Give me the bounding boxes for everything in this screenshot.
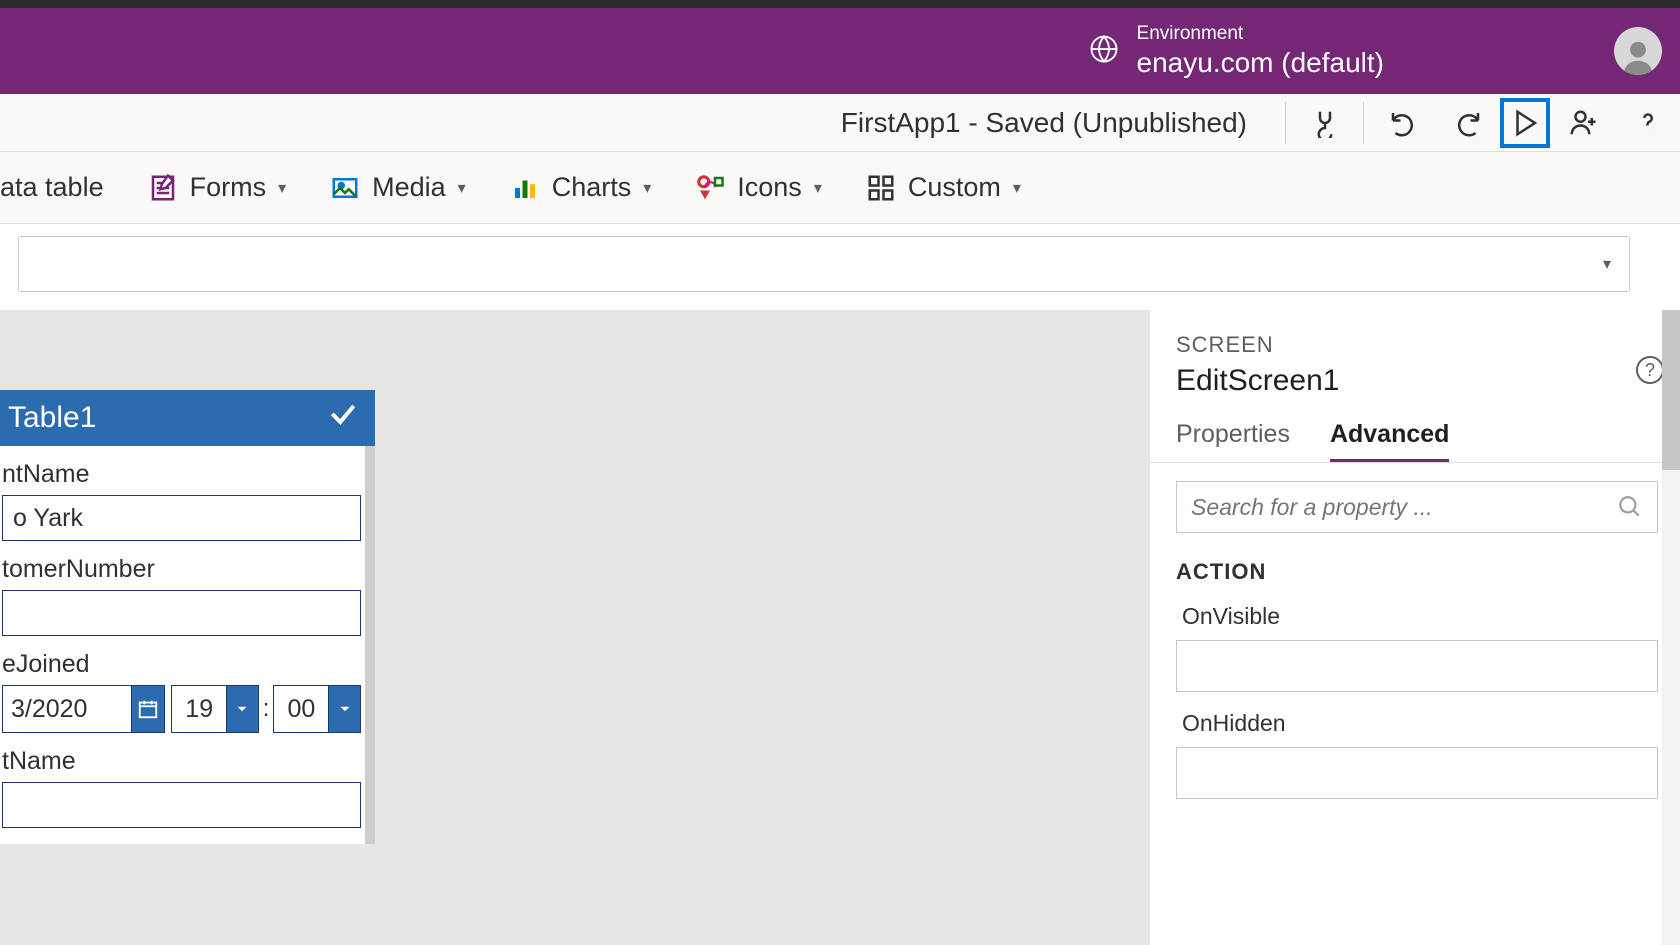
label: Custom [908, 172, 1001, 203]
panel-scrollbar[interactable] [1662, 310, 1680, 945]
form-title: Table1 [8, 401, 96, 435]
minute-select[interactable] [273, 685, 329, 733]
icons-icon [695, 173, 725, 203]
hour-chevron-down-icon[interactable] [227, 685, 259, 733]
ribbon-custom[interactable]: Custom ▾ [866, 172, 1021, 203]
preview-button[interactable] [1500, 98, 1550, 148]
hour-select[interactable] [171, 685, 227, 733]
last-name-input[interactable] [2, 782, 361, 828]
properties-panel: SCREEN EditScreen1 ? Properties Advanced… [1150, 310, 1680, 945]
separator [1285, 102, 1286, 144]
share-button[interactable] [1550, 94, 1615, 151]
ribbon-icons[interactable]: Icons ▾ [695, 172, 822, 203]
date-input[interactable] [2, 685, 132, 733]
custom-icon [866, 173, 896, 203]
tab-properties[interactable]: Properties [1176, 420, 1290, 463]
ribbon-media[interactable]: Media ▾ [330, 172, 466, 203]
panel-name: EditScreen1 [1176, 364, 1654, 398]
panel-kind: SCREEN [1176, 332, 1654, 358]
prop-onvisible-label: OnVisible [1176, 603, 1658, 630]
media-icon [330, 173, 360, 203]
property-search[interactable] [1176, 481, 1658, 533]
label: Icons [737, 172, 802, 203]
calendar-icon[interactable] [132, 685, 165, 733]
property-search-input[interactable] [1191, 494, 1617, 521]
app-title: FirstApp1 - Saved (Unpublished) [0, 107, 1279, 139]
prop-onhidden-label: OnHidden [1176, 710, 1658, 737]
action-section-header: ACTION [1176, 559, 1658, 585]
browser-chrome-top [0, 0, 1680, 8]
charts-icon [510, 173, 540, 203]
chevron-down-icon: ▾ [643, 178, 651, 198]
tab-advanced[interactable]: Advanced [1330, 420, 1449, 463]
field-label-number: tomerNumber [2, 555, 361, 584]
form-scrollbar[interactable] [365, 446, 375, 844]
undo-button[interactable] [1370, 94, 1435, 151]
globe-icon [1089, 34, 1119, 69]
separator [1363, 102, 1364, 144]
formula-bar[interactable]: ▾ [18, 236, 1630, 292]
chevron-down-icon: ▾ [458, 178, 466, 198]
chevron-down-icon: ▾ [278, 178, 286, 198]
field-label-last: tName [2, 747, 361, 776]
label: Media [372, 172, 446, 203]
check-icon[interactable] [327, 398, 359, 438]
canvas[interactable]: Table1 ntName tomerNumber eJoined [0, 310, 1150, 945]
forms-icon [148, 173, 178, 203]
label: Forms [190, 172, 267, 203]
prop-onhidden-input[interactable] [1176, 747, 1658, 799]
name-input[interactable] [2, 495, 361, 541]
user-avatar[interactable] [1614, 27, 1662, 75]
ribbon-charts[interactable]: Charts ▾ [510, 172, 652, 203]
field-label-name: ntName [2, 460, 361, 489]
minute-chevron-down-icon[interactable] [329, 685, 361, 733]
ribbon-forms[interactable]: Forms ▾ [148, 172, 287, 203]
search-icon [1617, 494, 1643, 520]
environment-value[interactable]: enayu.com (default) [1137, 45, 1384, 80]
chevron-down-icon: ▾ [1013, 178, 1021, 198]
customer-number-input[interactable] [2, 590, 361, 636]
field-label-joined: eJoined [2, 650, 361, 679]
title-bar: FirstApp1 - Saved (Unpublished) [0, 94, 1680, 152]
label: ata table [0, 172, 104, 203]
chevron-down-icon[interactable]: ▾ [1603, 254, 1611, 274]
prop-onvisible-input[interactable] [1176, 640, 1658, 692]
chevron-down-icon: ▾ [814, 178, 822, 198]
environment-label: Environment [1137, 22, 1384, 46]
insert-ribbon: ata table Forms ▾ Media ▾ Charts ▾ Icons… [0, 152, 1680, 224]
ribbon-data-table[interactable]: ata table [0, 172, 104, 203]
app-checker-button[interactable] [1292, 94, 1357, 151]
redo-button[interactable] [1435, 94, 1500, 151]
app-header: Environment enayu.com (default) [0, 8, 1680, 94]
time-colon: : [263, 695, 270, 723]
panel-help-icon[interactable]: ? [1636, 356, 1664, 384]
edit-form[interactable]: Table1 ntName tomerNumber eJoined [0, 390, 375, 844]
help-button[interactable] [1615, 94, 1680, 151]
label: Charts [552, 172, 632, 203]
